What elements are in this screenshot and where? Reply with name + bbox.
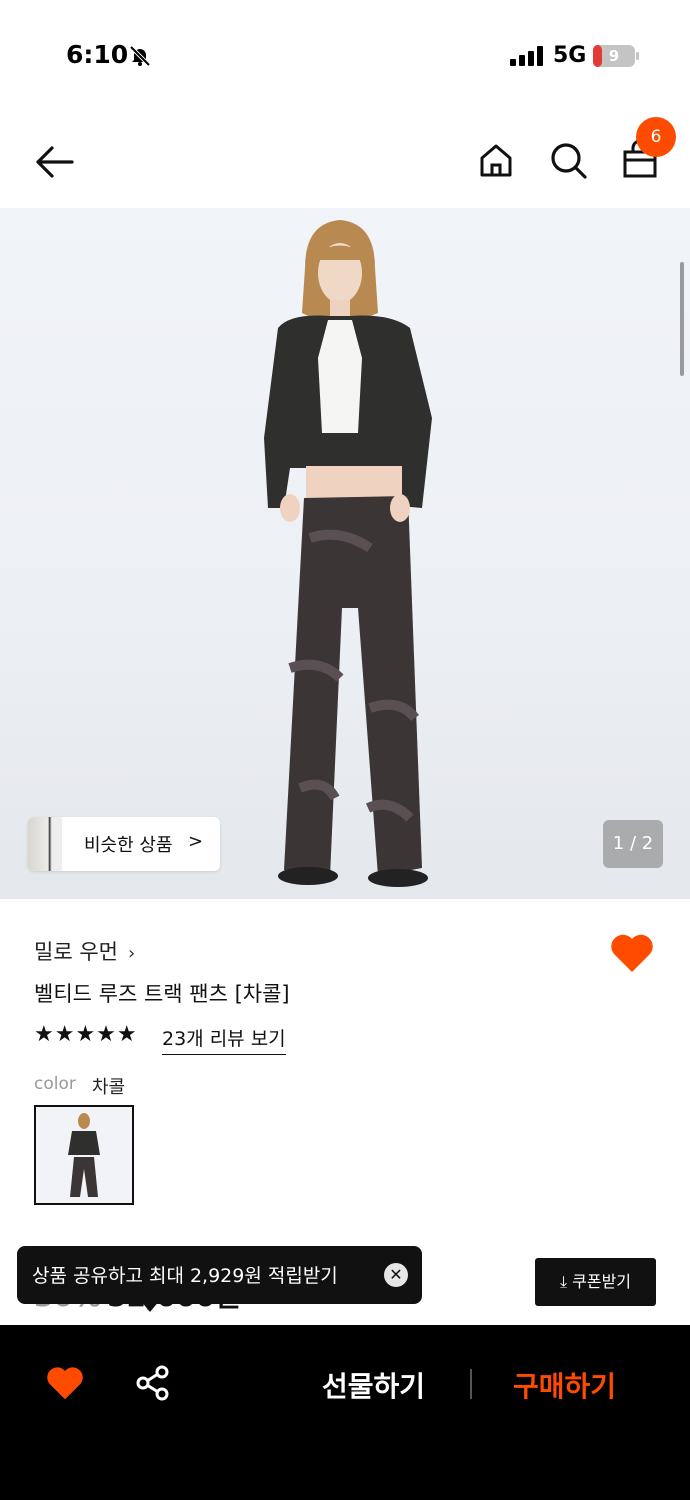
similar-products-label: 비슷한 상품: [84, 835, 173, 856]
top-nav: 6: [0, 110, 690, 208]
brand-link[interactable]: 밀로 우먼 ›: [34, 936, 135, 966]
cart-count-badge: 6: [636, 117, 676, 157]
chevron-right-icon: >: [188, 831, 204, 852]
signal-icon: [510, 46, 543, 66]
home-icon[interactable]: [474, 138, 518, 182]
toast-tail: [140, 1300, 160, 1312]
close-icon[interactable]: ✕: [384, 1263, 408, 1287]
model-figure: [264, 220, 432, 887]
option-value: 차콜: [92, 1077, 126, 1098]
back-arrow-icon[interactable]: [32, 140, 76, 184]
scroll-indicator[interactable]: [680, 262, 684, 376]
network-type: 5G: [553, 43, 587, 68]
rating-stars: ★★★★★: [34, 1022, 138, 1047]
swatch-figure: [36, 1107, 132, 1203]
status-time: 6:10: [66, 40, 129, 69]
share-icon[interactable]: [133, 1363, 173, 1403]
toast-text: 상품 공유하고 최대 2,929원 적립받기: [32, 1265, 338, 1287]
coupon-button[interactable]: ⤓ 쿠폰받기: [535, 1258, 656, 1306]
battery-level: 9: [608, 47, 620, 65]
bottom-action-bar: 선물하기 구매하기: [0, 1325, 690, 1500]
gift-button[interactable]: 선물하기: [322, 1365, 425, 1405]
divider: [470, 1369, 472, 1399]
option-label: color: [34, 1074, 76, 1094]
similar-products-button[interactable]: 비슷한 상품 >: [28, 817, 220, 871]
chevron-right-icon: ›: [127, 943, 136, 964]
heart-icon[interactable]: [45, 1365, 85, 1401]
product-image[interactable]: [0, 208, 690, 899]
search-icon[interactable]: [546, 138, 590, 182]
brand-name: 밀로 우먼: [34, 940, 118, 964]
similar-products-thumbnail: [28, 817, 62, 871]
bell-off-icon: [129, 45, 151, 67]
status-bar: 6:10 5G 9: [0, 0, 690, 110]
product-title: 벨티드 루즈 트랙 팬츠 [차콜]: [34, 982, 290, 1006]
image-pager: 1 / 2: [603, 820, 663, 868]
heart-icon[interactable]: [609, 932, 655, 974]
review-link[interactable]: 23개 리뷰 보기: [162, 1024, 286, 1055]
color-swatch[interactable]: [34, 1105, 134, 1205]
buy-button[interactable]: 구매하기: [513, 1365, 616, 1405]
